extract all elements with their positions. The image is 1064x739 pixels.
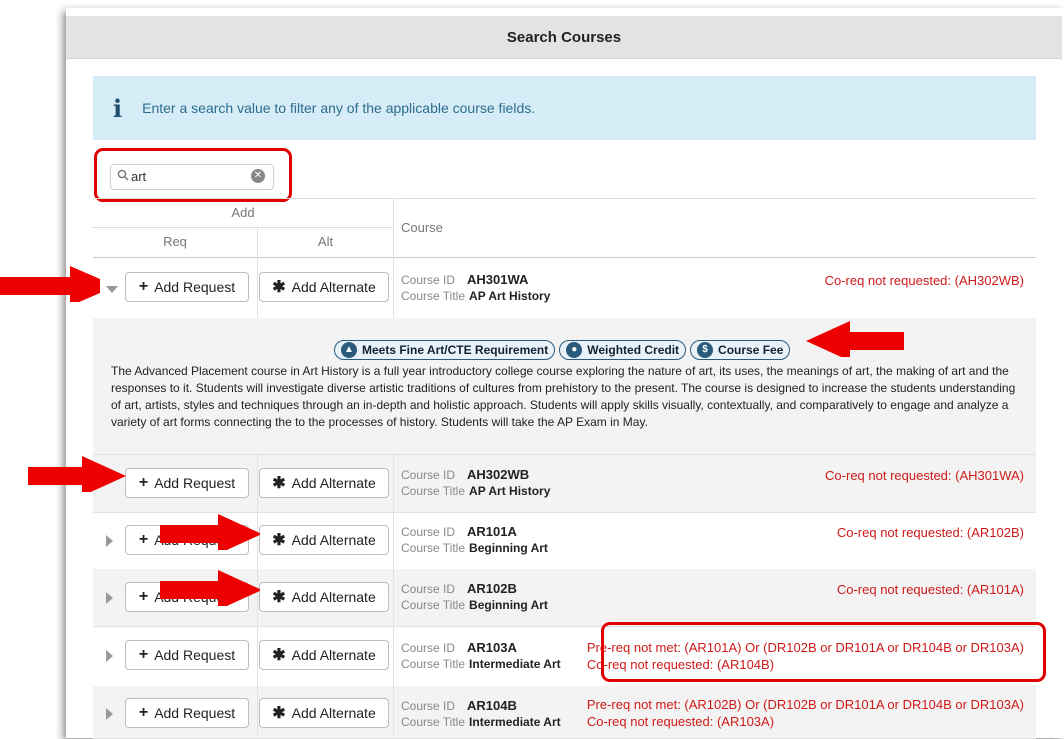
graduation-cap-icon: ▲ xyxy=(341,342,357,358)
annotation-arrow-left xyxy=(806,321,904,357)
course-info: Course ID AR101A Course Title Beginning Ar… xyxy=(401,524,548,555)
search-box[interactable]: ✕ xyxy=(110,164,274,190)
course-info: Course ID AR104B Course Title Intermediate… xyxy=(401,698,561,729)
course-id: AR102B xyxy=(467,581,517,596)
badge-course-fee: $ Course Fee xyxy=(690,340,791,360)
add-alternate-button[interactable]: ✱ Add Alternate xyxy=(259,582,389,612)
badge-list: ▲ Meets Fine Art/CTE Requirement ● Weighte… xyxy=(334,340,791,360)
column-header-alt: Alt xyxy=(317,234,334,249)
course-title: AP Art History xyxy=(469,289,551,303)
course-id: AR104B xyxy=(467,698,517,713)
add-alternate-button[interactable]: ✱ Add Alternate xyxy=(259,272,389,302)
column-header-course: Course xyxy=(401,220,443,235)
search-courses-panel: Search Courses i Enter a search value to… xyxy=(66,8,1064,739)
dollar-icon: $ xyxy=(697,342,714,358)
badge-weighted-credit: ● Weighted Credit xyxy=(559,340,687,360)
course-title: Intermediate Art xyxy=(469,657,561,671)
collapse-caret-icon[interactable] xyxy=(106,286,118,293)
page-title: Search Courses xyxy=(506,28,622,46)
annotation-arrow-right xyxy=(28,456,126,492)
add-request-button[interactable]: +Add Request xyxy=(125,640,249,670)
annotation-arrow-right xyxy=(160,570,260,606)
course-info: Course ID AH301WA Course Title AP Art Hist… xyxy=(401,272,551,303)
add-alternate-button[interactable]: ✱ Add Alternate xyxy=(259,468,389,498)
course-title: Intermediate Art xyxy=(469,715,561,729)
panel-header: Search Courses xyxy=(66,16,1062,59)
requirement-warning: Co-req not requested: (AH302WB) xyxy=(824,273,1024,288)
expand-caret-icon[interactable] xyxy=(106,592,113,604)
badge-fine-art: ▲ Meets Fine Art/CTE Requirement xyxy=(334,340,556,360)
course-info: Course ID AH302WB Course Title AP Art Hist… xyxy=(401,467,551,498)
course-id: AH302WB xyxy=(467,467,530,482)
column-header-req: Req xyxy=(93,227,258,257)
table-row: + Add Request ✱ Add Alternate Course ID AH3… xyxy=(93,455,1036,513)
course-id: AR103A xyxy=(467,640,517,655)
info-banner: i Enter a search value to filter any of … xyxy=(93,76,1036,140)
course-description: The Advanced Placement course in Art His… xyxy=(111,364,1016,429)
expand-caret-icon[interactable] xyxy=(106,708,113,720)
requirement-warning: Co-req not requested: (AR102B) xyxy=(836,525,1024,540)
column-header-add: Add xyxy=(93,199,393,228)
requirement-warning: Co-req not requested: (AR101A) xyxy=(836,582,1024,597)
award-icon: ● xyxy=(566,342,583,358)
search-highlight-box: ✕ xyxy=(94,148,292,202)
requirement-warning: Pre-req not met: (AR102B) Or (DR102B or … xyxy=(586,697,1024,729)
annotation-arrow-right xyxy=(160,514,260,550)
add-request-button[interactable]: +Add Request xyxy=(125,698,249,728)
add-alternate-button[interactable]: ✱ Add Alternate xyxy=(259,525,389,555)
table-row: + Add Request ✱ Add Alternate Course ID AH3… xyxy=(93,256,1036,319)
add-request-button[interactable]: +Add Request xyxy=(125,468,249,498)
course-info: Course ID AR103A Course Title Intermediate… xyxy=(401,640,561,671)
warning-highlight-box xyxy=(601,622,1046,682)
info-icon: i xyxy=(113,93,123,123)
requirement-warning: Co-req not requested: (AH301WA) xyxy=(825,468,1024,483)
table-header: Add Req Alt Course xyxy=(93,198,1036,258)
expand-caret-icon[interactable] xyxy=(106,535,113,547)
expand-caret-icon[interactable] xyxy=(106,650,113,662)
info-text: Enter a search value to filter any of th… xyxy=(142,100,536,116)
add-request-button[interactable]: +Add Request xyxy=(125,272,249,302)
clear-search-icon[interactable]: ✕ xyxy=(251,169,265,183)
course-id: AH301WA xyxy=(467,272,529,287)
course-title: Beginning Art xyxy=(469,541,548,555)
annotation-arrow-right xyxy=(0,266,100,302)
course-info: Course ID AR102B Course Title Beginning Ar… xyxy=(401,581,548,612)
course-title: AP Art History xyxy=(469,484,551,498)
search-input[interactable] xyxy=(131,167,241,185)
add-alternate-button[interactable]: ✱ Add Alternate xyxy=(259,698,389,728)
search-icon xyxy=(117,169,129,184)
add-alternate-button[interactable]: ✱ Add Alternate xyxy=(259,640,389,670)
table-row: +Add Request ✱Add Alternate Course IDAR1… xyxy=(93,686,1036,739)
course-title: Beginning Art xyxy=(469,598,548,612)
course-id: AR101A xyxy=(467,524,517,539)
